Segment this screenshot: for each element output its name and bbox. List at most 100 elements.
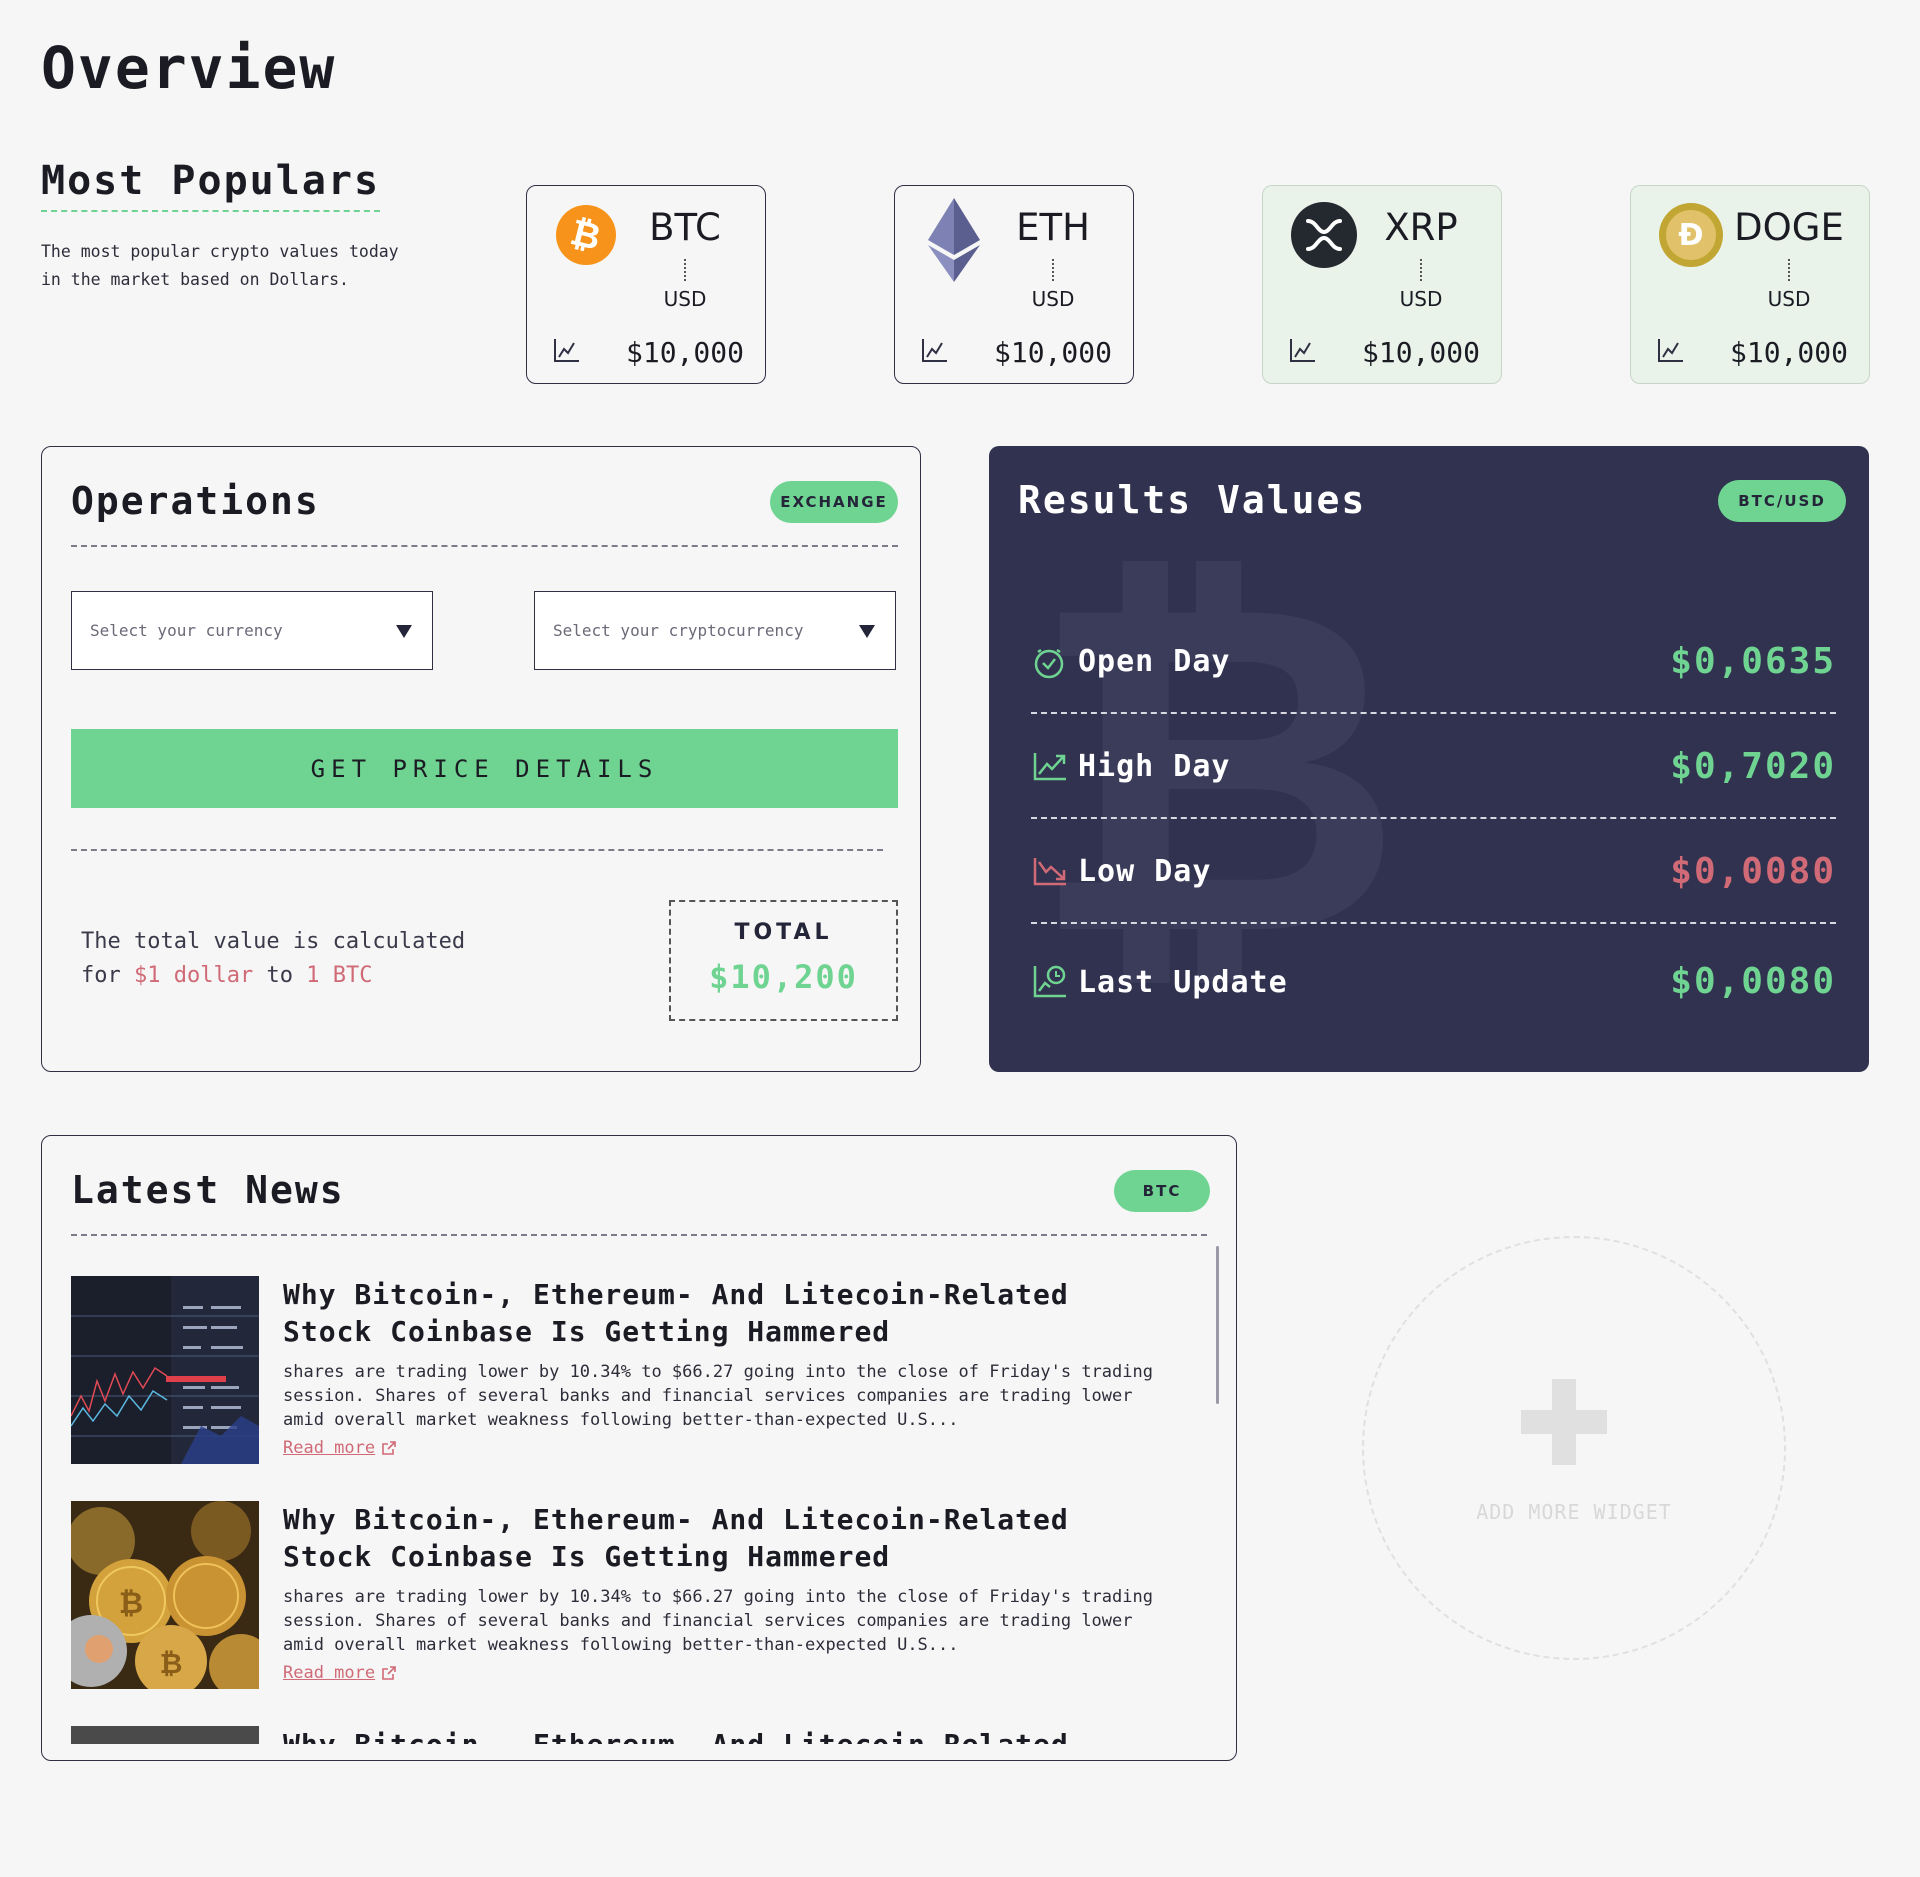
- last-update-value: $0,0080: [1670, 961, 1836, 1002]
- total-note-to: to: [266, 963, 293, 988]
- coin-price: $10,000: [1361, 336, 1480, 369]
- coin-separator: [1788, 259, 1790, 281]
- most-populars-title: Most Populars: [41, 158, 381, 212]
- coin-separator: [1052, 259, 1054, 281]
- external-link-icon: [382, 1441, 396, 1455]
- coin-quote: USD: [1031, 287, 1075, 311]
- bitcoin-icon: ₿: [556, 205, 616, 265]
- trend-down-icon: [1033, 858, 1066, 886]
- divider: [1031, 922, 1836, 924]
- divider: [71, 545, 898, 547]
- add-widget-label: ADD MORE WIDGET: [1476, 1500, 1672, 1524]
- results-panel: ₿ Results Values BTC/USD Open Day $0,063…: [989, 446, 1869, 1072]
- get-price-details-button[interactable]: GET PRICE DETAILS: [71, 729, 898, 808]
- news-title[interactable]: Why Bitcoin-, Ethereum- And Litecoin-Rel…: [283, 1501, 1163, 1575]
- total-note-target: 1 BTC: [306, 963, 373, 988]
- operations-title: Operations: [71, 479, 320, 523]
- page-title: Overview: [41, 34, 337, 102]
- coin-price: $10,000: [625, 336, 744, 369]
- coin-quote: USD: [663, 287, 707, 311]
- pair-badge: BTC/USD: [1718, 480, 1846, 522]
- coin-symbol: ETH: [1016, 206, 1090, 249]
- news-scrollbar[interactable]: [1216, 1246, 1219, 1404]
- coin-card-xrp[interactable]: XRP USD $10,000: [1262, 185, 1502, 384]
- news-thumbnail-image: [71, 1276, 259, 1464]
- news-thumbnail-image: ₿ ₿: [71, 1501, 259, 1689]
- chevron-down-icon: [859, 625, 875, 638]
- news-badge: BTC: [1114, 1170, 1210, 1212]
- total-value: $10,200: [709, 958, 858, 996]
- line-chart-icon: [1658, 339, 1683, 362]
- total-note-line-1: The total value is calculated: [81, 929, 466, 954]
- news-title[interactable]: Why Bitcoin-, Ethereum- And Litecoin-Rel…: [283, 1276, 1163, 1350]
- coin-symbol: XRP: [1384, 206, 1458, 249]
- chevron-down-icon: [396, 625, 412, 638]
- total-note-line-2: for $1 dollar to 1 BTC: [81, 959, 465, 993]
- news-item[interactable]: Why Bitcoin-, Ethereum- And Litecoin-Rel…: [71, 1726, 1191, 1744]
- add-widget-button[interactable]: ADD MORE WIDGET: [1362, 1236, 1786, 1660]
- news-item[interactable]: ₿ ₿ Why Bitcoin-, Ethereum- And Litecoin…: [71, 1501, 1191, 1701]
- line-chart-icon: [1290, 339, 1315, 362]
- total-note-amount: $1 dollar: [134, 963, 254, 988]
- last-update-label: Last Update: [1078, 965, 1288, 1000]
- line-chart-icon: [554, 339, 579, 362]
- divider: [1031, 712, 1836, 714]
- clock-check-icon: [1034, 648, 1064, 679]
- open-day-value: $0,0635: [1670, 641, 1836, 682]
- news-list[interactable]: Why Bitcoin-, Ethereum- And Litecoin-Rel…: [71, 1276, 1191, 1744]
- news-title[interactable]: Why Bitcoin-, Ethereum- And Litecoin-Rel…: [283, 1726, 1163, 1744]
- total-note-for: for: [81, 963, 121, 988]
- most-populars-description: The most popular crypto values today in …: [41, 242, 399, 289]
- divider: [71, 1234, 1207, 1236]
- operations-panel: Operations EXCHANGE Select your currency…: [41, 446, 921, 1072]
- svg-text:₿: ₿: [119, 1586, 143, 1621]
- coin-card-doge[interactable]: Ð DOGE USD $10,000: [1630, 185, 1870, 384]
- open-day-label: Open Day: [1078, 644, 1231, 679]
- read-more-label: Read more: [283, 1663, 376, 1683]
- coin-quote: USD: [1399, 287, 1443, 311]
- total-box: TOTAL $10,200: [669, 900, 898, 1021]
- coin-symbol: BTC: [649, 206, 721, 249]
- xrp-icon: [1291, 202, 1357, 268]
- news-thumbnail-image: [71, 1726, 259, 1744]
- read-more-link[interactable]: Read more: [283, 1438, 397, 1458]
- coin-quote: USD: [1767, 287, 1811, 311]
- divider: [1031, 817, 1836, 819]
- external-link-icon: [382, 1666, 396, 1680]
- coin-card-btc[interactable]: ₿ BTC USD $10,000: [526, 185, 766, 384]
- news-item[interactable]: Why Bitcoin-, Ethereum- And Litecoin-Rel…: [71, 1276, 1191, 1476]
- line-chart-icon: [922, 339, 947, 362]
- svg-text:₿: ₿: [160, 1647, 183, 1680]
- news-body: shares are trading lower by 10.34% to $6…: [283, 1587, 1153, 1655]
- latest-news-panel: Latest News BTC Why Bitcoin-, Ethereum- …: [41, 1135, 1237, 1761]
- exchange-badge: EXCHANGE: [770, 481, 898, 523]
- read-more-link[interactable]: Read more: [283, 1663, 397, 1683]
- plus-icon: [1521, 1410, 1607, 1434]
- coin-symbol: DOGE: [1734, 206, 1844, 249]
- total-note: The total value is calculated for $1 dol…: [81, 925, 465, 993]
- coin-separator: [684, 259, 686, 281]
- high-day-value: $0,7020: [1670, 746, 1836, 787]
- low-day-label: Low Day: [1078, 854, 1212, 889]
- currency-select[interactable]: Select your currency: [71, 591, 433, 670]
- chart-clock-icon: [1033, 965, 1066, 998]
- low-day-value: $0,0080: [1670, 851, 1836, 892]
- cryptocurrency-select-placeholder: Select your cryptocurrency: [553, 621, 804, 640]
- coin-separator: [1420, 259, 1422, 281]
- read-more-label: Read more: [283, 1438, 376, 1458]
- ethereum-icon: [924, 198, 984, 282]
- latest-news-title: Latest News: [71, 1168, 345, 1212]
- dogecoin-icon: Ð: [1659, 203, 1723, 267]
- coin-price: $10,000: [993, 336, 1112, 369]
- most-populars-section: Most Populars The most popular crypto va…: [41, 158, 441, 294]
- high-day-label: High Day: [1078, 749, 1231, 784]
- coin-card-eth[interactable]: ETH USD $10,000: [894, 185, 1134, 384]
- trend-up-icon: [1033, 753, 1066, 781]
- total-label: TOTAL: [734, 920, 833, 945]
- currency-select-placeholder: Select your currency: [90, 621, 283, 640]
- news-body: shares are trading lower by 10.34% to $6…: [283, 1362, 1153, 1430]
- results-title: Results Values: [1018, 478, 1367, 522]
- coin-price: $10,000: [1729, 336, 1848, 369]
- divider: [71, 849, 883, 851]
- cryptocurrency-select[interactable]: Select your cryptocurrency: [534, 591, 896, 670]
